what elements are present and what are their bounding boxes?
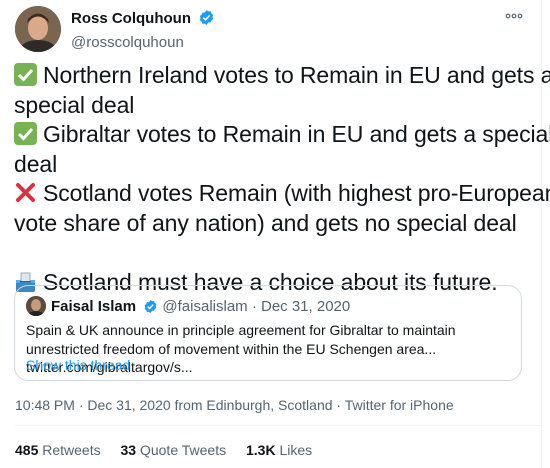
more-options-icon[interactable]: [503, 8, 525, 24]
quote-tweets-stat[interactable]: 33 Quote Tweets: [121, 442, 227, 458]
author-names: Ross Colquhoun @rosscolquhoun: [71, 9, 215, 51]
tweet-timestamp-source[interactable]: 10:48 PM · Dec 31, 2020 from Edinburgh, …: [15, 397, 454, 413]
cross-mark-icon: [14, 181, 37, 204]
quoted-separator: ·: [251, 298, 257, 315]
likes-count: 1.3K: [246, 442, 276, 458]
verified-badge-icon: [198, 9, 215, 31]
quoted-tweet[interactable]: Faisal Islam @faisalislam · Dec 31, 2020…: [14, 285, 522, 381]
quote-tweets-label: Quote Tweets: [139, 442, 227, 458]
engagement-stats: 485 Retweets 33 Quote Tweets 1.3K Likes: [15, 442, 328, 458]
tweet-line: Northern Ireland votes to Remain in EU a…: [14, 61, 550, 91]
check-mark-icon: [14, 122, 37, 146]
quoted-tweet-header: Faisal Islam @faisalislam · Dec 31, 2020: [26, 296, 350, 318]
author-display-name[interactable]: Ross Colquhoun: [71, 10, 191, 27]
quoted-date: Dec 31, 2020: [261, 298, 351, 315]
divider: [15, 425, 541, 426]
likes-stat[interactable]: 1.3K Likes: [246, 442, 312, 458]
tweet-line-text: Scotland votes Remain (with highest pro-…: [43, 180, 550, 207]
tweet-line-text: deal: [14, 150, 58, 177]
quoted-author-display-name: Faisal Islam: [51, 298, 137, 315]
quoted-author-avatar: [26, 296, 46, 316]
tweet-line: deal: [14, 150, 534, 180]
quote-tweets-count: 33: [120, 442, 137, 458]
tweet-line: vote share of any nation) and gets no sp…: [14, 209, 534, 239]
tweet-card: Ross Colquhoun @rosscolquhoun Northern I…: [0, 0, 550, 468]
author-handle[interactable]: @rosscolquhoun: [71, 34, 215, 51]
tweet-line-text: Northern Ireland votes to Remain in EU a…: [43, 62, 550, 88]
verified-badge-icon: [143, 299, 158, 318]
tweet-line: Gibraltar votes to Remain in EU and gets…: [14, 120, 550, 150]
retweets-label: Retweets: [42, 442, 101, 458]
quoted-author-handle: @faisalislam: [162, 298, 248, 315]
show-thread-link[interactable]: Show this thread: [26, 357, 130, 373]
tweet-line-text: special deal: [14, 91, 135, 118]
tweet-header: Ross Colquhoun @rosscolquhoun: [15, 6, 529, 54]
retweets-stat[interactable]: 485 Retweets: [15, 442, 101, 458]
check-mark-icon: [14, 63, 37, 86]
tweet-text: Northern Ireland votes to Remain in EU a…: [14, 61, 550, 298]
tweet-line-text: Gibraltar votes to Remain in EU and gets…: [43, 121, 550, 148]
author-avatar[interactable]: [15, 6, 61, 52]
tweet-line: special deal: [14, 91, 534, 121]
retweets-count: 485: [15, 442, 39, 458]
tweet-line: Scotland votes Remain (with highest pro-…: [14, 179, 550, 209]
likes-label: Likes: [279, 442, 313, 458]
tweet-line-text: vote share of any nation) and gets no sp…: [14, 209, 517, 236]
